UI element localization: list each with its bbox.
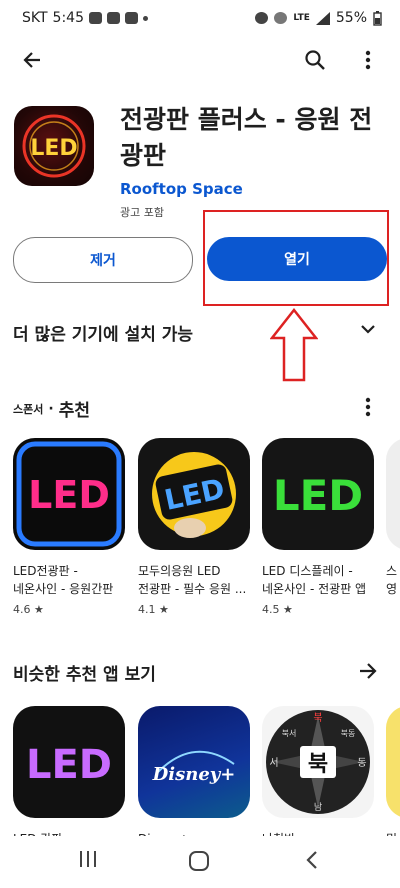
system-nav-bar	[0, 836, 400, 888]
back-arrow-icon	[23, 52, 40, 68]
hotspot-icon	[274, 12, 288, 24]
app-name-line1: LED 디스플레이 -	[262, 564, 353, 578]
app-name-line2: 영	[386, 582, 398, 596]
neon-frame-icon: LED	[16, 441, 122, 547]
app-name-line1: LED전광판 -	[13, 564, 78, 578]
compass-app-icon: 북 북서 북동 서 동 남 북	[262, 706, 374, 818]
coffee-notification-icon	[125, 12, 138, 24]
app-card-partial[interactable]: 믿	[386, 706, 400, 848]
app-name-line1: 모두의응원 LED	[138, 564, 221, 578]
back-nav-icon[interactable]	[305, 850, 319, 870]
compass-icon: 북 북서 북동 서 동 남 북	[266, 710, 370, 814]
compass-south: 남	[314, 802, 322, 813]
more-options-button[interactable]	[350, 42, 386, 78]
cheer-sign-icon: LED	[152, 452, 236, 538]
app-rating: 4.5 ★	[262, 603, 374, 616]
app-title: 전광판 플러스 - 응원 전광판	[120, 105, 373, 170]
top-app-bar	[0, 36, 400, 84]
app-card[interactable]: LED LED 디스플레이 - 네온사인 - 전광판 앱 4.5 ★	[262, 438, 374, 616]
app-name-line2: 네온사인 - 응원간판	[13, 582, 114, 596]
recommended-label: 추천	[58, 401, 90, 421]
more-notifications-icon	[143, 15, 148, 21]
app-card[interactable]: Disney+ Disney+	[138, 706, 250, 848]
app-name-line1: 스	[386, 564, 398, 578]
developer-link[interactable]: Rooftop Space	[120, 180, 243, 198]
partial-app-icon	[386, 438, 400, 550]
compass-northwest: 북서	[282, 729, 297, 738]
app-icon: LED	[14, 106, 94, 186]
more-devices-heading[interactable]: 더 많은 기기에 설치 가능	[13, 320, 193, 345]
sponsored-more-icon[interactable]	[365, 397, 371, 417]
led-glow-icon: LED	[22, 114, 86, 178]
partial-app-icon	[386, 706, 400, 818]
battery-icon	[373, 10, 382, 26]
battery-level: 55%	[335, 10, 367, 26]
led-cheer-icon: LED	[138, 438, 250, 550]
separator-dot: ·	[48, 400, 54, 417]
app-name: 모두의응원 LED 전광판 - 필수 응원 ...	[138, 562, 250, 598]
rating-value: 4.6	[13, 603, 31, 616]
app-rating: 4.6 ★	[13, 603, 125, 616]
more-vert-icon	[365, 50, 371, 70]
annotation-up-arrow-icon	[270, 308, 318, 382]
disney-plus-icon: Disney+	[138, 706, 250, 818]
carrier: SKT	[22, 10, 48, 26]
app-rating: 4.1 ★	[138, 603, 250, 616]
compass-northeast: 북동	[341, 729, 356, 738]
app-card[interactable]: 북 북서 북동 서 동 남 북 나침반	[262, 706, 374, 848]
card-icon-text: Disney+	[152, 764, 236, 785]
led-display-icon: LED	[262, 438, 374, 550]
app-card-partial[interactable]: 스 영	[386, 438, 400, 598]
led-sign-icon: LED	[13, 706, 125, 818]
compass-east: 동	[357, 757, 366, 769]
recent-apps-icon[interactable]	[78, 850, 98, 868]
compass-north: 북	[313, 712, 322, 724]
app-name: 스 영	[386, 562, 400, 598]
sponsored-label: 스폰서	[13, 402, 44, 416]
card-icon-text: LED	[26, 742, 112, 788]
chevron-down-icon[interactable]	[360, 323, 376, 335]
home-icon[interactable]	[188, 850, 210, 872]
back-button[interactable]	[14, 42, 50, 78]
app-icon-text: LED	[30, 136, 77, 161]
clock: 5:45	[52, 10, 84, 26]
search-button[interactable]	[297, 42, 333, 78]
led-dots-icon: LED	[273, 471, 363, 520]
card-icon-text: LED	[273, 471, 363, 520]
similar-apps-heading[interactable]: 비슷한 추천 앱 보기	[13, 660, 156, 685]
star-icon: ★	[34, 603, 44, 616]
status-right: LTE 55%	[255, 10, 382, 26]
image-notification-icon	[107, 12, 120, 24]
annotation-highlight-box	[203, 210, 389, 306]
app-name: LED 디스플레이 - 네온사인 - 전광판 앱	[262, 562, 374, 598]
network-type: LTE	[293, 13, 310, 23]
uninstall-button[interactable]: 제거	[13, 237, 193, 283]
rating-value: 4.1	[138, 603, 156, 616]
disney-logo-icon: Disney+	[152, 750, 236, 785]
led-neon-icon: LED	[13, 438, 125, 550]
arrow-forward-icon[interactable]	[358, 662, 378, 680]
app-card[interactable]: LED 모두의응원 LED 전광판 - 필수 응원 ... 4.1 ★	[138, 438, 250, 616]
app-header: LED 전광판 플러스 - 응원 전광판 Rooftop Space 광고 포함	[0, 100, 400, 225]
star-icon: ★	[283, 603, 293, 616]
compass-west: 서	[269, 757, 278, 769]
card-icon-text: 북	[308, 752, 328, 777]
app-card[interactable]: LED LED 간판	[13, 706, 125, 848]
status-bar: SKT 5:45 LTE 55%	[0, 0, 400, 36]
star-icon: ★	[159, 603, 169, 616]
search-icon	[305, 50, 325, 70]
signal-icon	[315, 11, 330, 25]
app-name-line2: 네온사인 - 전광판 앱	[262, 582, 367, 596]
contains-ads-label: 광고 포함	[120, 206, 164, 219]
card-icon-text: LED	[28, 473, 110, 517]
app-card[interactable]: LED LED전광판 - 네온사인 - 응원간판 4.6 ★	[13, 438, 125, 616]
rating-value: 4.5	[262, 603, 280, 616]
sponsored-heading: 스폰서 · 추천	[13, 396, 90, 422]
app-name: LED전광판 - 네온사인 - 응원간판	[13, 562, 125, 598]
chat-notification-icon	[89, 12, 102, 24]
led-colorful-icon: LED	[26, 742, 112, 788]
app-name-line2: 전광판 - 필수 응원 ...	[138, 582, 247, 596]
status-left: SKT 5:45	[22, 10, 148, 26]
alarm-icon	[255, 12, 269, 24]
